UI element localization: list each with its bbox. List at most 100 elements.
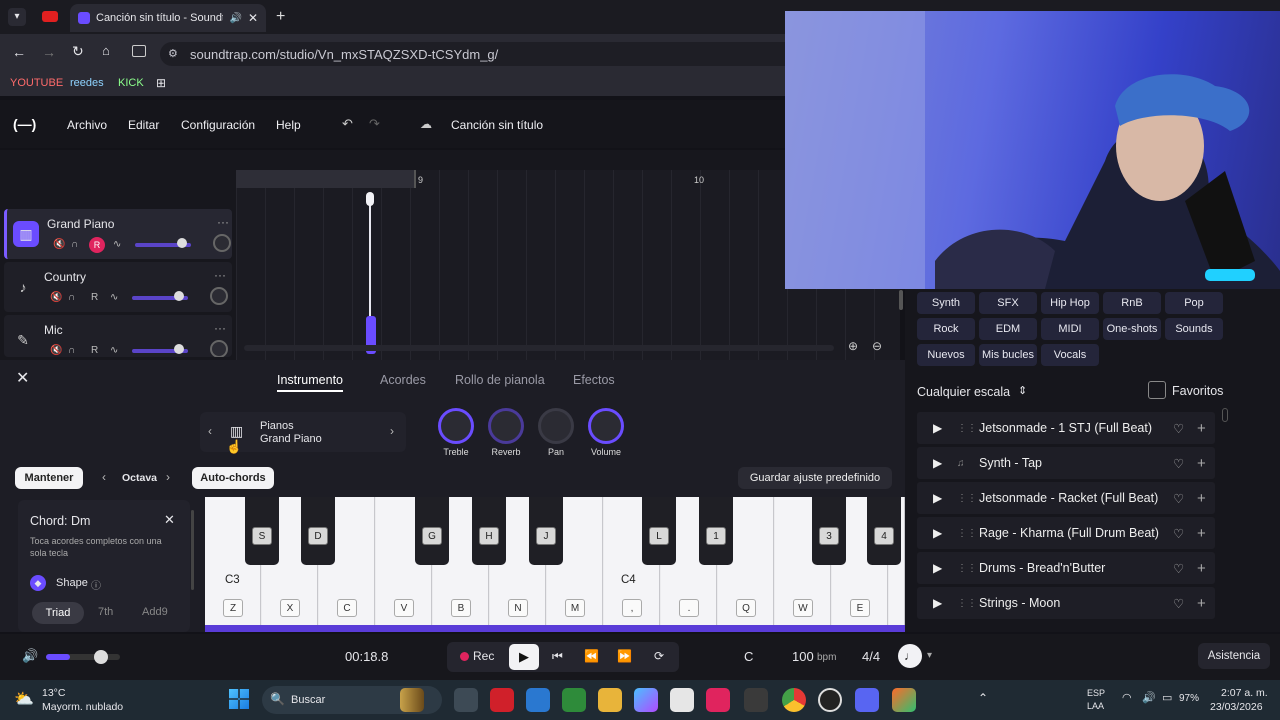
skip-to-start-icon[interactable]: ⏮ (552, 649, 563, 664)
genre-tag[interactable]: RnB (1103, 292, 1161, 314)
address-bar[interactable]: ⚙ soundtrap.com/studio/Vn_mxSTAQZSXD-tCS… (160, 42, 800, 66)
shape-triad[interactable]: Triad (32, 602, 84, 624)
taskbar-app-gradient-icon[interactable] (892, 688, 916, 712)
file-explorer-icon[interactable] (598, 688, 622, 712)
tiktok-icon[interactable] (706, 688, 730, 712)
zoom-in-icon[interactable]: ⊕ (848, 339, 858, 353)
close-tab-icon[interactable]: ✕ (248, 11, 258, 25)
browser-tab-active[interactable]: Canción sin título - Soundtr 🔊 ✕ (70, 4, 266, 32)
volume-fader-knob[interactable] (174, 291, 184, 301)
scale-selector[interactable]: Cualquier escala (917, 385, 1010, 399)
treble-knob[interactable] (438, 408, 474, 444)
add-loop-icon[interactable]: + (1197, 455, 1215, 472)
track-country[interactable]: ♪ Country ··· 🔇 ∩ R ∿ (4, 262, 232, 312)
genre-tag[interactable]: Vocals (1041, 344, 1099, 366)
loop-browser-scrollbar-left[interactable] (899, 290, 903, 310)
loop-item[interactable]: ▶ ♫ Synth - Tap ♡ + (917, 447, 1215, 479)
black-key[interactable]: G (415, 497, 449, 565)
loop-list-scrollbar[interactable] (1222, 408, 1228, 422)
taskbar-app-red-l-icon[interactable] (490, 688, 514, 712)
mute-icon[interactable]: 🔇 (53, 239, 65, 250)
taskbar-app-white-icon[interactable] (670, 688, 694, 712)
favorite-icon[interactable]: ♡ (1173, 596, 1197, 611)
clock-date[interactable]: 23/03/2026 (1210, 701, 1263, 713)
add-loop-icon[interactable]: + (1197, 525, 1215, 542)
forward-icon[interactable]: → (42, 44, 56, 60)
mute-icon[interactable]: 🔇 (50, 292, 62, 303)
bookmark-reedes[interactable]: reedes (70, 77, 104, 89)
close-chord-icon[interactable]: ✕ (164, 512, 175, 528)
youtube-icon[interactable] (42, 11, 58, 22)
black-key[interactable]: L (642, 497, 676, 565)
info-icon[interactable]: ⓘ (91, 577, 101, 592)
record-arm-button[interactable]: R (91, 292, 98, 303)
fast-forward-icon[interactable]: ⏩ (617, 649, 632, 663)
prev-instrument-icon[interactable]: ‹ (208, 424, 212, 438)
auto-chords-button[interactable]: Auto-chords (192, 467, 274, 489)
tray-chevron-icon[interactable]: ⌃ (978, 691, 988, 705)
wifi-icon[interactable]: ◠ (1122, 691, 1132, 704)
genre-tag[interactable]: EDM (979, 318, 1037, 340)
black-key[interactable]: D (301, 497, 335, 565)
automation-icon[interactable]: ∿ (113, 239, 121, 250)
genre-tag[interactable]: Mis bucles (979, 344, 1037, 366)
clock-time[interactable]: 2:07 a. m. (1221, 687, 1268, 699)
bookmark-kick[interactable]: KICK (118, 77, 144, 89)
favorite-icon[interactable]: ♡ (1173, 561, 1197, 576)
weather-icon[interactable]: ⛅ (14, 689, 34, 709)
record-button[interactable]: Rec (473, 649, 494, 663)
close-panel-icon[interactable]: ✕ (16, 368, 29, 388)
key-display[interactable]: C (744, 649, 753, 664)
time-signature[interactable]: 4/4 (862, 649, 880, 664)
rewind-icon[interactable]: ⏪ (584, 649, 599, 663)
copilot-icon[interactable] (634, 688, 658, 712)
bpm-value[interactable]: 100 (792, 649, 814, 664)
track-grand-piano[interactable]: ▥ Grand Piano ··· 🔇 ∩ R ∿ (4, 209, 232, 259)
genre-tag[interactable]: Nuevos (917, 344, 975, 366)
tab-rollo-de-pianola[interactable]: Rollo de pianola (455, 373, 545, 387)
genre-tag[interactable]: Hip Hop (1041, 292, 1099, 314)
next-instrument-icon[interactable]: › (390, 424, 394, 438)
genre-tag[interactable]: One-shots (1103, 318, 1161, 340)
loop-toggle-icon[interactable]: ⟳ (654, 649, 664, 663)
play-loop-icon[interactable]: ▶ (933, 526, 953, 540)
add-loop-icon[interactable]: + (1197, 595, 1215, 612)
reload-icon[interactable]: ↻ (72, 43, 84, 60)
piano-keyboard[interactable]: Z X C V B N M,. Q W E S D G H J L 1 3 4 C3 C4 (205, 497, 905, 632)
black-key[interactable]: J (529, 497, 563, 565)
bookmark-youtube[interactable]: YOUTUBE (10, 77, 63, 89)
loop-item[interactable]: ▶ ⋮⋮ Jetsonmade - Racket (Full Beat) ♡ + (917, 482, 1215, 514)
genre-tag[interactable]: Pop (1165, 292, 1223, 314)
genre-tag[interactable]: MIDI (1041, 318, 1099, 340)
taskbar-app-green-icon[interactable] (562, 688, 586, 712)
favorite-icon[interactable]: ♡ (1173, 491, 1197, 506)
black-key[interactable]: S (245, 497, 279, 565)
new-tab-button[interactable]: + (276, 8, 285, 26)
play-loop-icon[interactable]: ▶ (933, 456, 953, 470)
headphones-icon[interactable]: ∩ (68, 345, 75, 356)
genre-tag[interactable]: Rock (917, 318, 975, 340)
black-key[interactable]: 3 (812, 497, 846, 565)
headphones-icon[interactable]: ∩ (71, 239, 78, 250)
playhead-handle[interactable] (366, 192, 374, 206)
favorites-checkbox[interactable] (1148, 381, 1166, 399)
headphones-icon[interactable]: ∩ (68, 292, 75, 303)
loop-item[interactable]: ▶ ⋮⋮ Drums - Bread'n'Butter ♡ + (917, 552, 1215, 584)
favorite-icon[interactable]: ♡ (1173, 421, 1197, 436)
redo-icon[interactable]: ↷ (369, 116, 380, 132)
play-loop-icon[interactable]: ▶ (933, 491, 953, 505)
loop-item[interactable]: ▶ ⋮⋮ Jetsonmade - 1 STJ (Full Beat) ♡ + (917, 412, 1215, 444)
shape-add9[interactable]: Add9 (142, 606, 168, 618)
save-preset-button[interactable]: Guardar ajuste predefinido (738, 467, 892, 489)
add-loop-icon[interactable]: + (1197, 490, 1215, 507)
black-key[interactable]: 4 (867, 497, 901, 565)
add-loop-icon[interactable]: + (1197, 420, 1215, 437)
tab-acordes[interactable]: Acordes (380, 373, 426, 387)
menu-configuracion[interactable]: Configuración (181, 118, 255, 132)
play-button[interactable]: ▶ (509, 644, 539, 670)
tab-instrumento[interactable]: Instrumento (277, 373, 344, 392)
task-view-icon[interactable] (454, 688, 478, 712)
genre-tag[interactable]: Sounds (1165, 318, 1223, 340)
menu-editar[interactable]: Editar (128, 118, 159, 132)
black-key[interactable]: H (472, 497, 506, 565)
